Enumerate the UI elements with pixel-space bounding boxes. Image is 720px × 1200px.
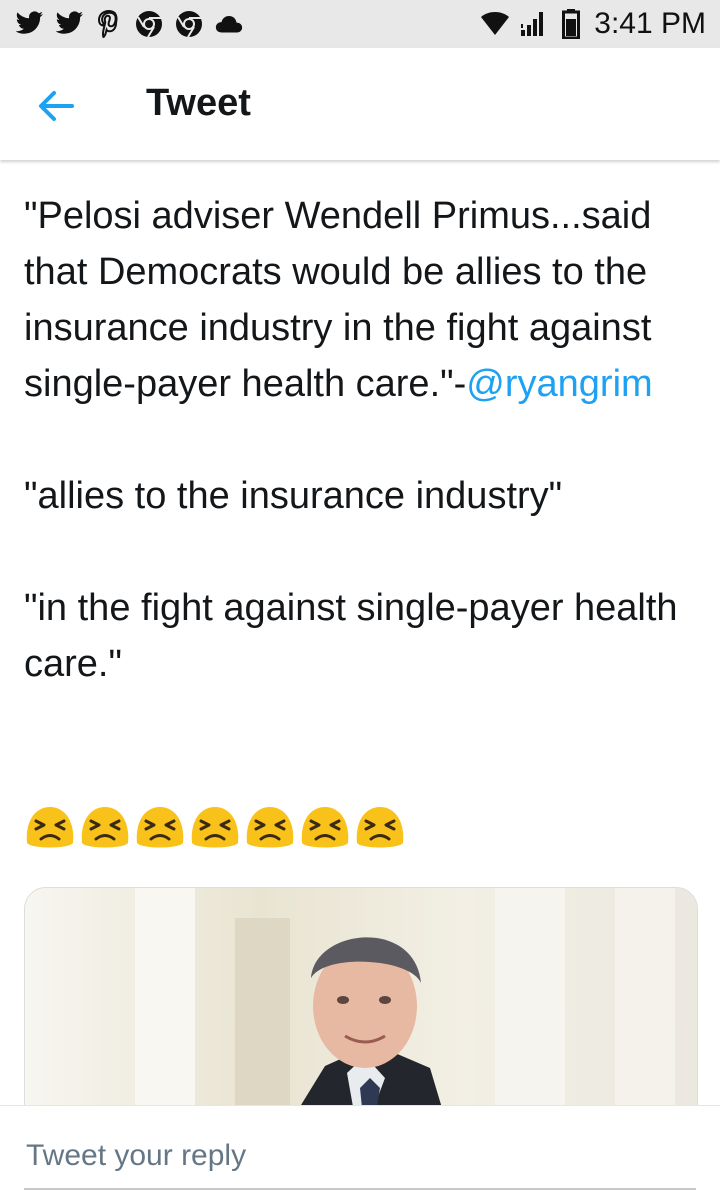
status-time: 3:41 PM bbox=[594, 7, 706, 40]
persevering-face-emoji bbox=[136, 807, 184, 848]
persevering-face-emoji bbox=[356, 807, 404, 848]
pinterest-icon bbox=[94, 9, 124, 39]
tweet-paragraph: "in the fight against single-payer healt… bbox=[24, 587, 678, 685]
page-title: Tweet bbox=[146, 82, 251, 124]
persevering-face-emoji bbox=[26, 807, 74, 848]
system-icons: 3:41 PM bbox=[480, 7, 720, 41]
persevering-face-emoji bbox=[301, 807, 349, 848]
chrome-icon bbox=[134, 9, 164, 39]
arrow-left-icon bbox=[39, 91, 74, 121]
twitter-icon bbox=[14, 9, 44, 39]
mention-link[interactable]: @ryangrim bbox=[466, 363, 652, 405]
notification-icons bbox=[0, 9, 244, 39]
back-button[interactable] bbox=[34, 84, 78, 128]
portrait-photo bbox=[25, 888, 697, 1118]
cloud-icon bbox=[214, 9, 244, 39]
battery-icon bbox=[556, 9, 586, 39]
reply-bar bbox=[0, 1105, 720, 1200]
persevering-face-emoji bbox=[246, 807, 294, 848]
persevering-face-emoji bbox=[81, 807, 129, 848]
twitter-icon bbox=[54, 9, 84, 39]
app-bar: Tweet bbox=[0, 48, 720, 160]
tweet-text: "Pelosi adviser Wendell Primus...said th… bbox=[24, 188, 704, 748]
tweet-photo[interactable] bbox=[24, 887, 698, 1118]
tweet-paragraph: "Pelosi adviser Wendell Primus...said th… bbox=[24, 188, 704, 412]
chrome-icon bbox=[174, 9, 204, 39]
tweet-paragraph: "allies to the insurance industry" bbox=[24, 475, 563, 517]
persevering-face-emoji bbox=[191, 807, 239, 848]
status-bar: 3:41 PM bbox=[0, 0, 720, 48]
signal-icon bbox=[518, 9, 548, 39]
reply-input[interactable] bbox=[24, 1126, 700, 1186]
reply-underline bbox=[24, 1188, 696, 1190]
wifi-icon bbox=[480, 9, 510, 39]
emoji-row bbox=[24, 803, 406, 849]
